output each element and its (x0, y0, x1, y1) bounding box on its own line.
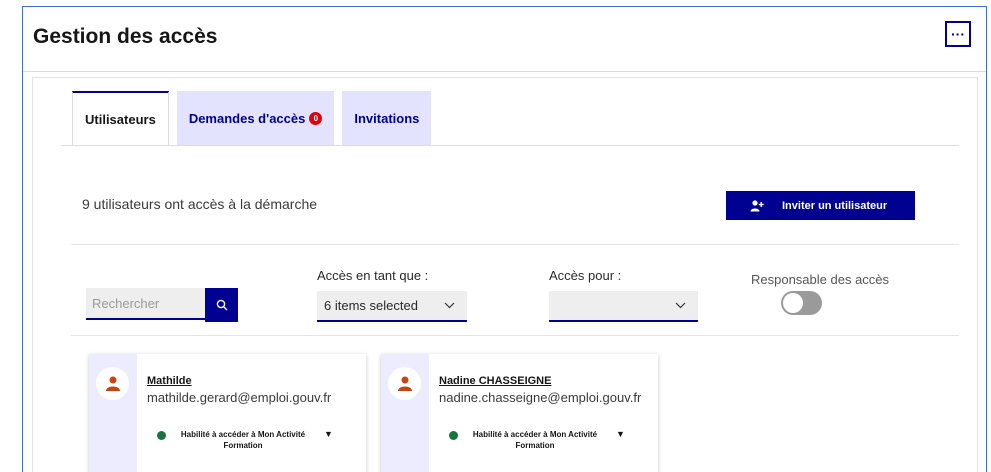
divider (71, 244, 959, 245)
caret-down-icon: ▼ (324, 429, 333, 439)
search-input[interactable] (86, 288, 205, 320)
status-dot-icon (449, 431, 458, 440)
user-count-text: 9 utilisateurs ont accès à la démarche (82, 196, 318, 212)
content-panel: Utilisateurs Demandes d'accès 0 Invitati… (32, 77, 978, 472)
tab-utilisateurs[interactable]: Utilisateurs (72, 91, 169, 146)
user-role-text: Habilité à accéder à Mon Activité Format… (472, 430, 598, 450)
user-name-link[interactable]: Mathilde (147, 375, 192, 387)
user-email: mathilde.gerard@emploi.gouv.fr (147, 390, 332, 405)
access-manager-label: Responsable des accès (751, 272, 890, 287)
tabs-divider (61, 145, 959, 146)
chevron-down-icon (675, 302, 686, 309)
tab-bar: Utilisateurs Demandes d'accès 0 Invitati… (72, 91, 439, 146)
tab-invitations[interactable]: Invitations (342, 91, 432, 146)
user-role-text: Habilité à accéder à Mon Activité Format… (180, 430, 306, 450)
add-user-icon (750, 199, 764, 211)
user-icon (397, 376, 412, 391)
user-role-dropdown[interactable]: Habilité à accéder à Mon Activité Format… (449, 429, 629, 451)
access-as-select[interactable]: 6 items selected (317, 291, 467, 322)
divider (71, 335, 959, 336)
avatar (388, 367, 421, 400)
avatar (96, 367, 129, 400)
user-icon (105, 376, 120, 391)
access-as-label: Accès en tant que : (317, 268, 429, 283)
search-icon (216, 299, 227, 311)
user-card: Mathilde mathilde.gerard@emploi.gouv.fr … (89, 354, 366, 472)
search-button[interactable] (205, 288, 238, 322)
access-manager-toggle[interactable] (781, 291, 822, 315)
status-dot-icon (157, 431, 166, 440)
toggle-knob (783, 293, 803, 313)
invite-user-label: Inviter un utilisateur (782, 199, 888, 212)
notification-badge: 0 (309, 112, 323, 125)
caret-down-icon: ▼ (616, 429, 625, 439)
user-name-link[interactable]: Nadine CHASSEIGNE (439, 375, 551, 387)
chevron-down-icon (444, 302, 455, 309)
access-for-label: Accès pour : (549, 268, 622, 283)
user-role-dropdown[interactable]: Habilité à accéder à Mon Activité Format… (157, 429, 337, 451)
invite-user-button[interactable]: Inviter un utilisateur (726, 191, 915, 220)
access-management-window: Gestion des accès ··· Utilisateurs Deman… (22, 6, 987, 472)
tab-label: Invitations (354, 111, 420, 126)
more-options-button[interactable]: ··· (945, 21, 971, 47)
access-as-value: 6 items selected (324, 298, 418, 313)
tab-label: Utilisateurs (85, 112, 156, 127)
access-for-select[interactable] (549, 291, 698, 322)
user-card: Nadine CHASSEIGNE nadine.chasseigne@empl… (381, 354, 658, 472)
divider (23, 71, 986, 72)
tab-demandes-acces[interactable]: Demandes d'accès 0 (176, 91, 335, 146)
tab-label: Demandes d'accès (188, 111, 306, 126)
page-title: Gestion des accès (33, 25, 218, 48)
search-bar (86, 288, 238, 322)
user-email: nadine.chasseigne@emploi.gouv.fr (439, 390, 642, 405)
